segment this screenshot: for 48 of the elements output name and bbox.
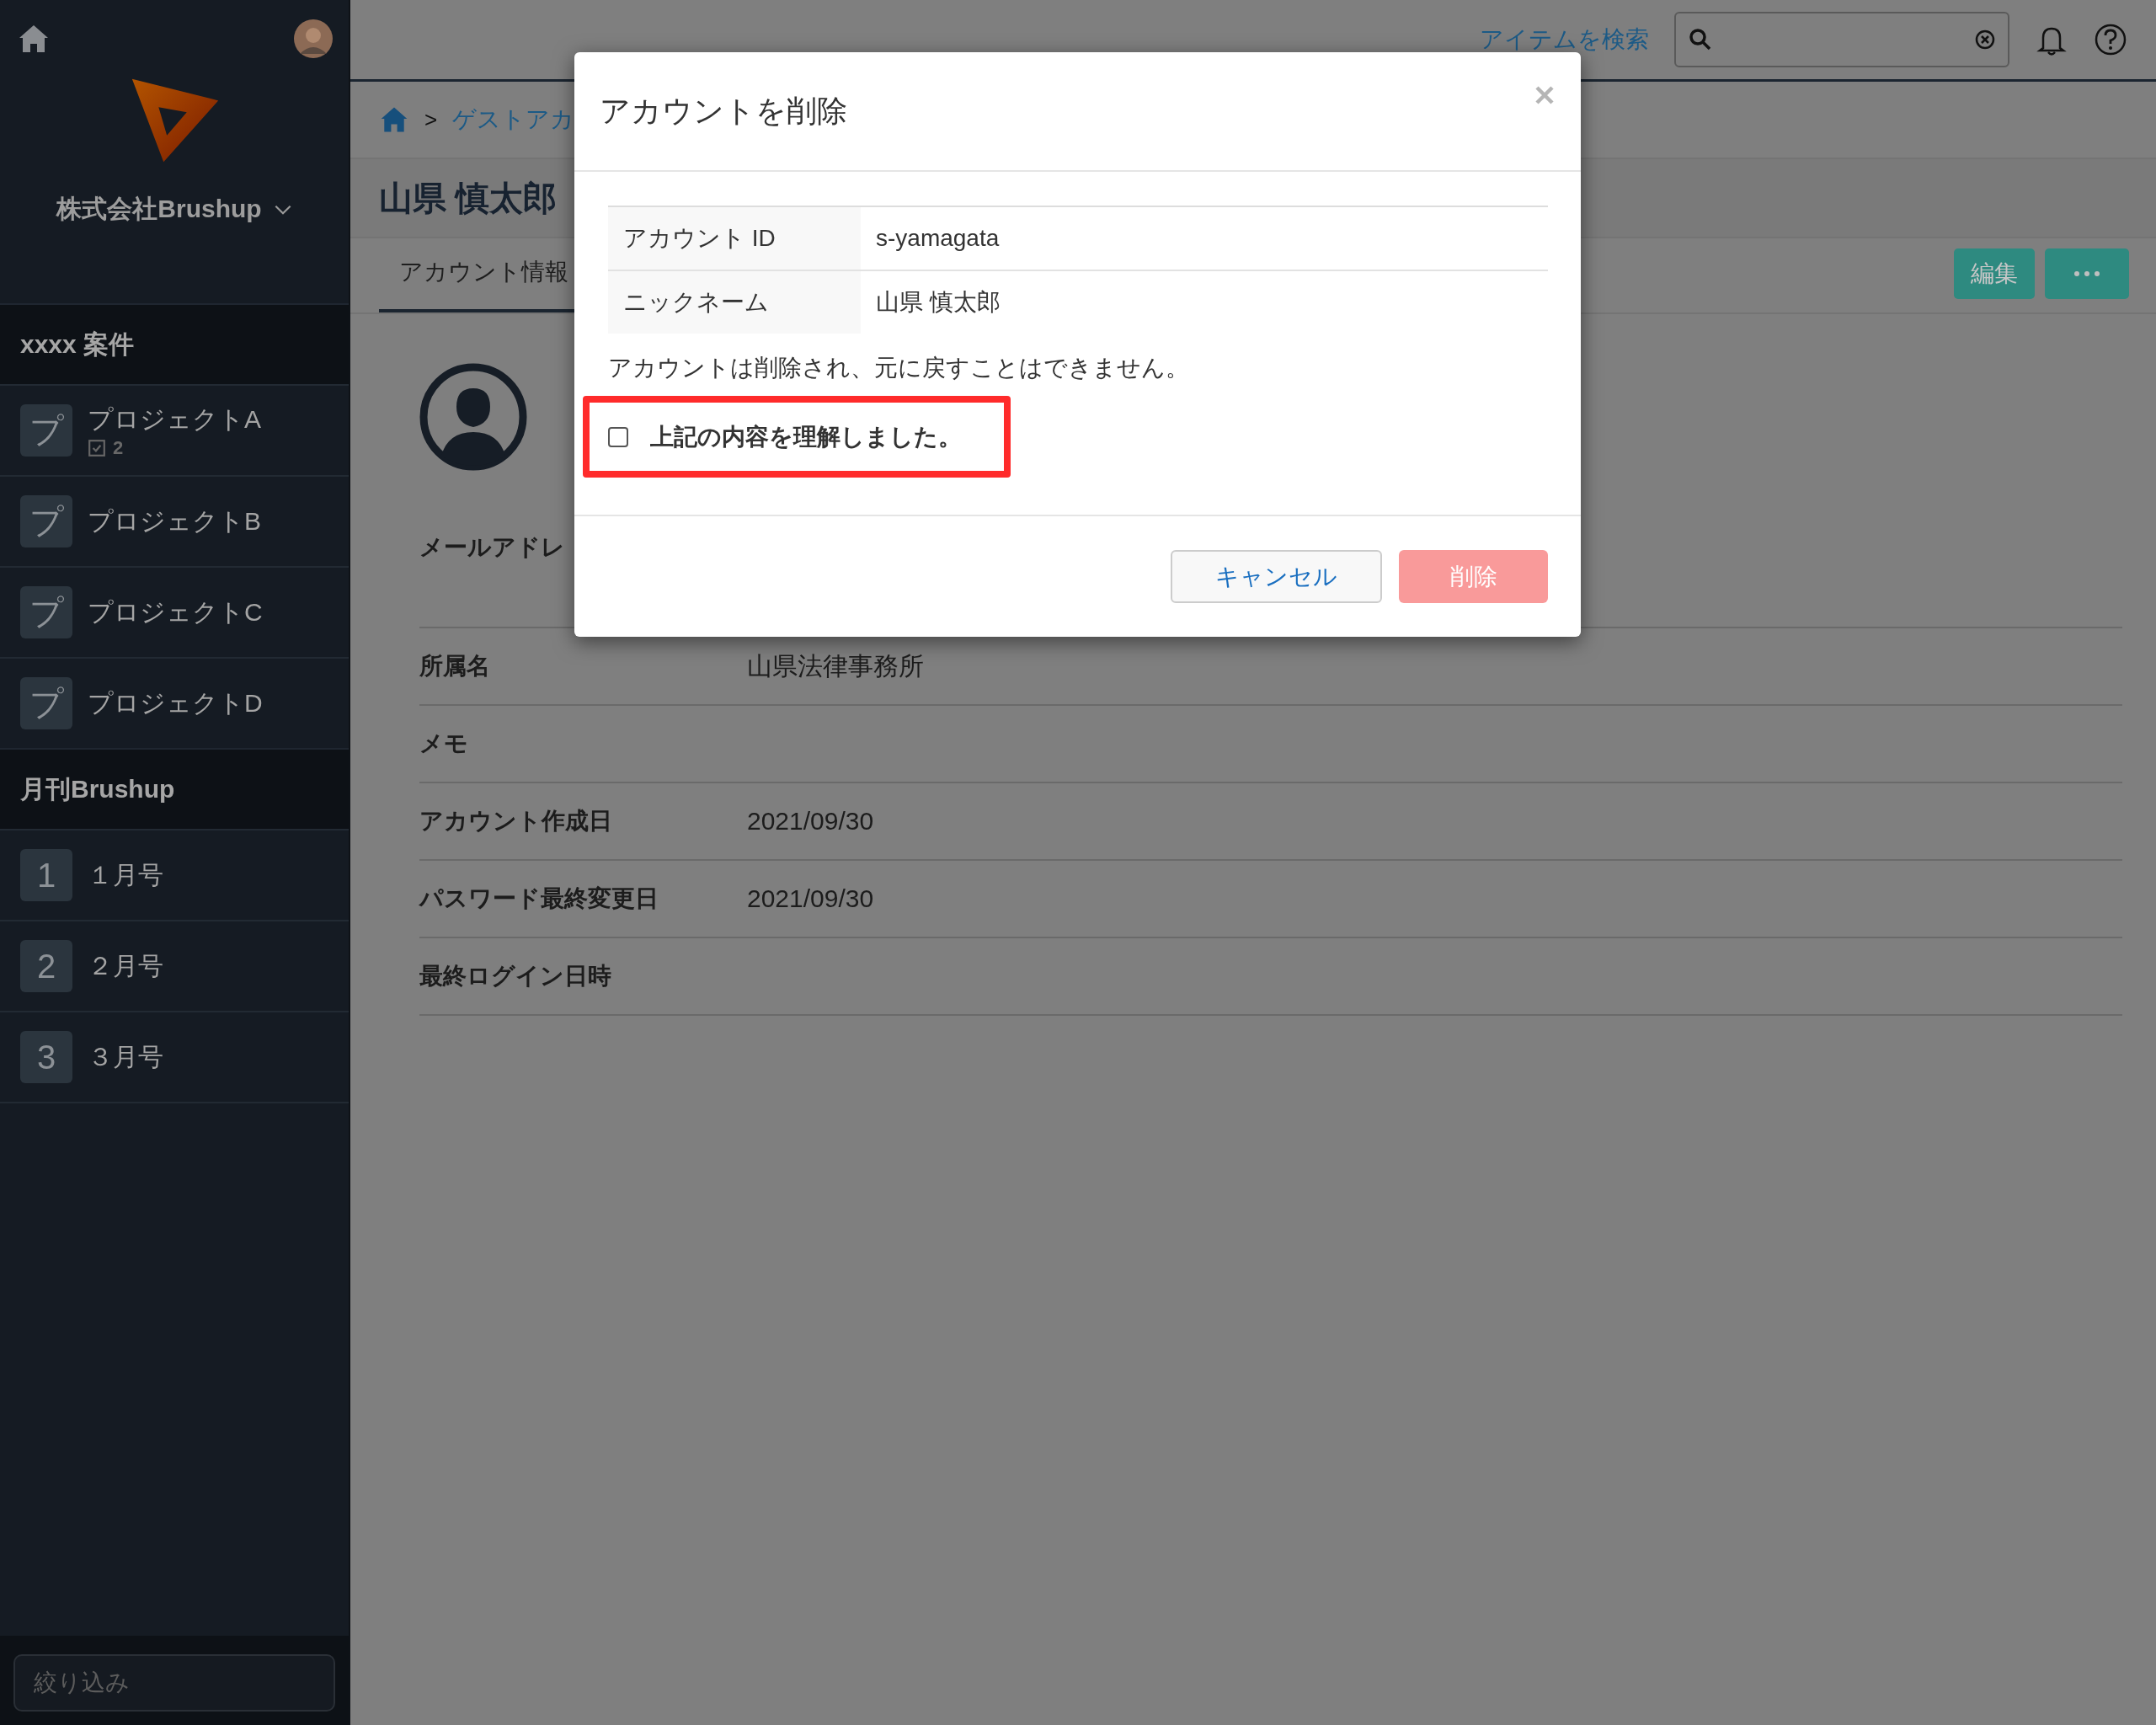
- project-icon[interactable]: プ: [20, 495, 72, 547]
- detail-value: 山県 慎太郎: [875, 288, 1001, 317]
- project-icon[interactable]: 1: [20, 849, 72, 901]
- project-icon[interactable]: 2: [20, 940, 72, 992]
- sidebar-item[interactable]: ３月号: [88, 1039, 163, 1075]
- cancel-button[interactable]: キャンセル: [1171, 550, 1382, 603]
- field-value: 2021/09/30: [747, 807, 875, 836]
- breadcrumb-separator: >: [424, 106, 438, 133]
- field-label: メールアドレ: [419, 533, 566, 562]
- sidebar-item[interactable]: １月号: [88, 857, 163, 893]
- task-count: 2: [113, 436, 124, 459]
- avatar-icon: [419, 363, 527, 471]
- section-header: xxxx 案件: [0, 303, 349, 384]
- field-label: 最終ログイン日時: [419, 962, 612, 991]
- checkbox[interactable]: [608, 426, 628, 447]
- page-title: 山県 慎太郎: [379, 178, 558, 218]
- sidebar-item[interactable]: プロジェクトB: [88, 504, 261, 539]
- help-icon[interactable]: [2094, 23, 2127, 56]
- project-icon[interactable]: 3: [20, 1031, 72, 1083]
- field-label: アカウント作成日: [419, 807, 613, 836]
- section-header: 月刊Brushup: [0, 748, 349, 829]
- clear-icon[interactable]: [1974, 29, 1996, 51]
- detail-label: アカウント ID: [608, 207, 861, 270]
- project-icon[interactable]: プ: [20, 404, 72, 457]
- detail-label: ニックネーム: [608, 271, 861, 334]
- field-value: 2021/09/30: [747, 884, 875, 913]
- project-icon[interactable]: プ: [20, 677, 72, 729]
- field-value: 山県法律事務所: [747, 650, 925, 681]
- edit-button[interactable]: 編集: [1954, 248, 2035, 299]
- sidebar-item[interactable]: ２月号: [88, 948, 163, 984]
- filter-field[interactable]: 絞り込み: [13, 1654, 335, 1712]
- checkbox-label[interactable]: 上記の内容を理解しました。: [650, 420, 962, 453]
- search-field[interactable]: [1674, 12, 2009, 67]
- field-label: パスワード最終変更日: [419, 884, 659, 913]
- sidebar-item[interactable]: プロジェクトC: [88, 595, 263, 630]
- search-icon: [1688, 27, 1713, 52]
- detail-value: s-yamagata: [875, 224, 1000, 253]
- sidebar-item[interactable]: プロジェクトA: [88, 402, 261, 437]
- avatar-icon[interactable]: [293, 19, 334, 59]
- more-icon: [2073, 270, 2100, 277]
- sidebar-item[interactable]: プロジェクトD: [88, 686, 263, 721]
- dialog-title: アカウントを削除: [600, 92, 847, 130]
- company-name[interactable]: 株式会社Brushup: [56, 192, 262, 227]
- field-label: メモ: [419, 729, 469, 758]
- checkbox-icon: [88, 438, 106, 457]
- warning-message: アカウントは削除され、元に戻すことはできません。: [608, 354, 1190, 382]
- project-icon[interactable]: プ: [20, 586, 72, 638]
- field-label: 所属名: [419, 652, 491, 681]
